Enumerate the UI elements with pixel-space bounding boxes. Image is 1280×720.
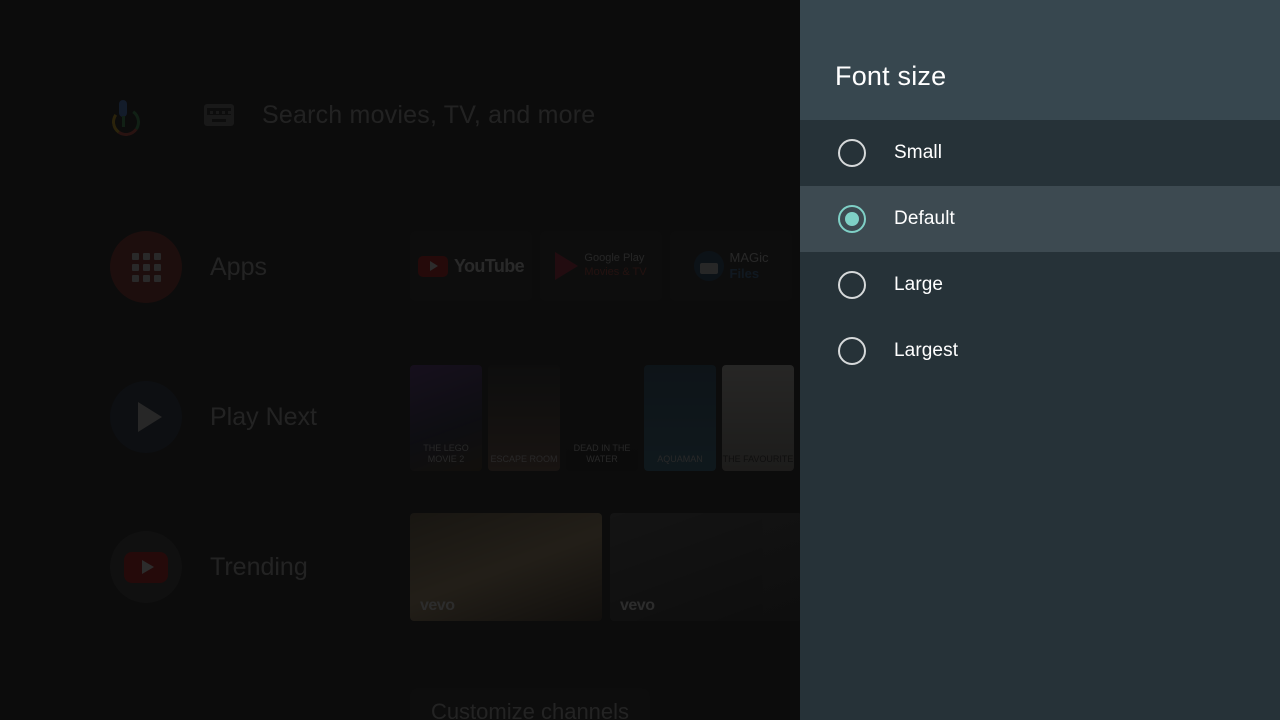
radio-icon[interactable] (838, 271, 866, 299)
dialog-header: Font size (800, 0, 1280, 120)
magic-files-icon (693, 251, 724, 281)
vevo-logo: vevo (620, 597, 655, 614)
app-label-google-play-line1: Google Play (584, 252, 645, 265)
app-card-youtube[interactable]: YouTube (410, 231, 532, 301)
youtube-icon[interactable] (110, 531, 182, 603)
app-label-magic-line2: Files (729, 266, 760, 281)
font-size-dialog: Font size Small Default Large Largest (800, 0, 1280, 720)
trending-card[interactable]: vevo (410, 513, 602, 621)
poster-card[interactable]: THE FAVOURITE (722, 365, 794, 471)
channel-row-play-next[interactable]: Play Next (110, 381, 317, 453)
channel-row-apps[interactable]: Apps (110, 231, 267, 303)
home-content: Search movies, TV, and more Apps YouTube (0, 0, 800, 720)
option-large[interactable]: Large (800, 252, 1280, 318)
youtube-icon (417, 255, 448, 277)
app-card-google-play-movies[interactable]: Google Play Movies & TV (540, 231, 662, 301)
search-bar[interactable]: Search movies, TV, and more (109, 92, 595, 139)
option-largest[interactable]: Largest (800, 318, 1280, 384)
font-size-option-list: Small Default Large Largest (800, 120, 1280, 384)
microphone-icon[interactable] (109, 98, 143, 139)
channel-label-play-next: Play Next (210, 402, 317, 431)
trending-card[interactable]: vevo (610, 513, 800, 621)
option-label-largest: Largest (894, 340, 959, 361)
poster-title: ESCAPE ROOM (490, 454, 558, 465)
poster-card[interactable]: THE LEGO MOVIE 2 (410, 365, 482, 471)
keyboard-icon[interactable] (204, 104, 234, 126)
poster-card[interactable]: DEAD IN THE WATER (566, 365, 638, 471)
poster-title: AQUAMAN (657, 454, 703, 465)
app-card-magic-files[interactable]: MAGic Files (670, 231, 792, 301)
app-label-magic-line1: MAGic (729, 249, 769, 265)
channel-row-trending[interactable]: Trending (110, 531, 308, 603)
radio-icon[interactable] (838, 139, 866, 167)
page-title: Font size (835, 61, 947, 91)
option-label-large: Large (894, 274, 944, 295)
android-tv-home-background: Search movies, TV, and more Apps YouTube (0, 0, 800, 720)
play-triangle-icon[interactable] (110, 381, 182, 453)
apps-grid-icon[interactable] (110, 231, 182, 303)
app-label-google-play-line2: Movies & TV (584, 266, 647, 278)
vevo-logo: vevo (420, 597, 455, 614)
apps-card-row: YouTube Google Play Movies & TV MAGic Fi… (410, 231, 792, 301)
poster-title: DEAD IN THE WATER (573, 443, 631, 465)
play-next-poster-row: THE LEGO MOVIE 2 ESCAPE ROOM DEAD IN THE… (410, 365, 800, 471)
channel-label-apps: Apps (210, 252, 267, 281)
google-play-icon (555, 252, 579, 280)
poster-card[interactable]: AQUAMAN (644, 365, 716, 471)
poster-title: THE FAVOURITE (722, 454, 794, 465)
option-label-default: Default (894, 208, 955, 229)
app-label-youtube: YouTube (453, 255, 525, 276)
channel-label-trending: Trending (210, 552, 308, 581)
trending-card-row: vevo vevo (410, 513, 800, 621)
radio-icon[interactable] (838, 337, 866, 365)
option-small[interactable]: Small (800, 120, 1280, 186)
poster-title: THE LEGO MOVIE 2 (423, 443, 469, 465)
poster-card[interactable]: ESCAPE ROOM (488, 365, 560, 471)
radio-icon-selected[interactable] (838, 205, 866, 233)
screen: Search movies, TV, and more Apps YouTube (0, 0, 1280, 720)
option-default[interactable]: Default (800, 186, 1280, 252)
customize-channels-button[interactable]: Customize channels (410, 688, 650, 720)
search-input[interactable]: Search movies, TV, and more (262, 101, 595, 130)
option-label-small: Small (894, 142, 943, 163)
